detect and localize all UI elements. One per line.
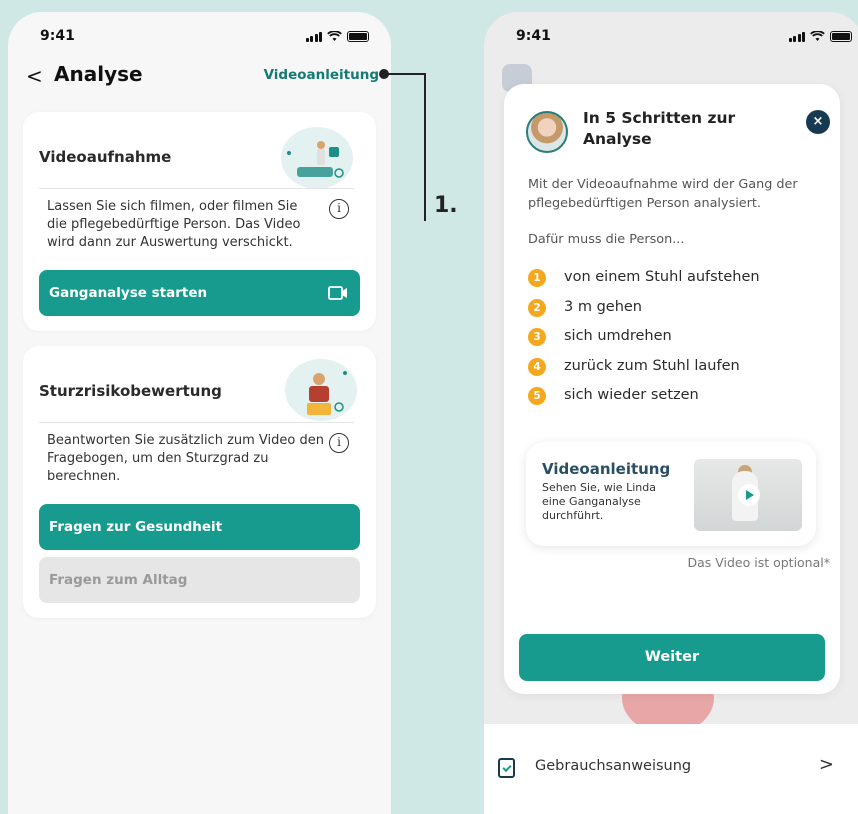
card-title: Videoaufnahme [39, 148, 172, 166]
step-item: 2 3 m gehen [528, 296, 760, 326]
modal-intro-text: Mit der Videoaufnahme wird der Gang der … [528, 177, 798, 211]
video-camera-icon [328, 286, 347, 300]
battery-icon [830, 31, 852, 42]
status-bar: 9:41 [484, 28, 858, 46]
card-title: Sturzrisikobewertung [39, 382, 222, 400]
avatar [526, 111, 568, 153]
modal-lead-text: Dafür muss die Person... [528, 232, 685, 247]
optional-note: Das Video ist optional* [687, 555, 830, 570]
play-icon[interactable] [738, 484, 760, 506]
step-number-badge: 1 [528, 269, 546, 287]
fragen-zum-alltag-button[interactable]: Fragen zum Alltag [39, 557, 360, 603]
step-item: 1 von einem Stuhl aufstehen [528, 266, 760, 296]
chevron-right-icon: > [818, 754, 834, 775]
annotation-connector [384, 73, 426, 75]
wifi-icon [327, 31, 342, 41]
video-card-title: Videoanleitung [542, 460, 671, 478]
status-time: 9:41 [516, 28, 551, 44]
weiter-button[interactable]: Weiter [519, 634, 825, 681]
step-text: 3 m gehen [564, 298, 642, 315]
step-item: 5 sich wieder setzen [528, 384, 760, 414]
anleitung-screen: 9:41 In 5 Schritten zur Analyse × Mit de… [484, 12, 858, 814]
step-number-badge: 5 [528, 387, 546, 405]
nav-bar: < Analyse Videoanleitung [24, 62, 379, 88]
close-button[interactable]: × [806, 110, 830, 134]
video-recording-illustration [281, 127, 353, 189]
battery-icon [347, 31, 369, 42]
video-tutorial-card[interactable]: Videoanleitung Sehen Sie, wie Linda eine… [526, 442, 816, 546]
step-number-badge: 3 [528, 328, 546, 346]
status-time: 9:41 [40, 28, 75, 44]
gebrauchsanweisung-label: Gebrauchsanweisung [535, 758, 692, 774]
info-icon[interactable]: i [329, 199, 349, 219]
step-text: sich wieder setzen [564, 387, 699, 403]
modal-title: In 5 Schritten zur Analyse [583, 109, 736, 148]
analyse-screen: 9:41 < Analyse Videoanleitung Videoaufna… [8, 12, 391, 814]
videoanleitung-link[interactable]: Videoanleitung [264, 67, 379, 83]
back-button[interactable]: < [26, 64, 43, 88]
videoaufnahme-card: Videoaufnahme Lassen Sie sich filmen, od… [23, 112, 376, 331]
step-text: von einem Stuhl aufstehen [564, 269, 760, 285]
wifi-icon [810, 31, 825, 41]
ganganalyse-starten-button[interactable]: Ganganalyse starten [39, 270, 360, 316]
gebrauchsanweisung-row[interactable]: Gebrauchsanweisung > [484, 724, 858, 814]
divider [39, 422, 354, 423]
step-number-badge: 2 [528, 298, 546, 317]
steps-list: 1 von einem Stuhl aufstehen 2 3 m gehen 3 s… [528, 266, 760, 414]
step-text: zurück zum Stuhl laufen [564, 357, 740, 374]
step-number-badge: 4 [528, 357, 546, 376]
step-item: 3 sich umdrehen [528, 325, 760, 355]
button-label: Ganganalyse starten [49, 285, 208, 301]
video-thumbnail[interactable] [694, 459, 802, 531]
page-title: Analyse [54, 62, 143, 86]
divider [39, 188, 354, 189]
fragen-zur-gesundheit-button[interactable]: Fragen zur Gesundheit [39, 504, 360, 550]
document-check-icon [498, 758, 515, 778]
status-bar: 9:41 [8, 28, 391, 46]
card-description: Lassen Sie sich filmen, oder filmen Sie … [47, 199, 301, 250]
signal-icon [788, 31, 805, 42]
card-description: Beantworten Sie zusätzlich zum Video den… [47, 433, 324, 484]
annotation-connector [424, 73, 426, 221]
video-card-description: Sehen Sie, wie Linda eine Ganganalyse du… [542, 481, 656, 522]
annotation-step-number: 1. [434, 193, 458, 218]
sturzrisikobewertung-card: Sturzrisikobewertung Beantworten Sie zus… [23, 346, 376, 618]
step-text: sich umdrehen [564, 328, 672, 344]
analyse-steps-modal: In 5 Schritten zur Analyse × Mit der Vid… [504, 84, 840, 694]
questionnaire-illustration [285, 359, 357, 421]
step-item: 4 zurück zum Stuhl laufen [528, 355, 760, 385]
signal-icon [305, 31, 322, 42]
info-icon[interactable]: i [329, 433, 349, 453]
